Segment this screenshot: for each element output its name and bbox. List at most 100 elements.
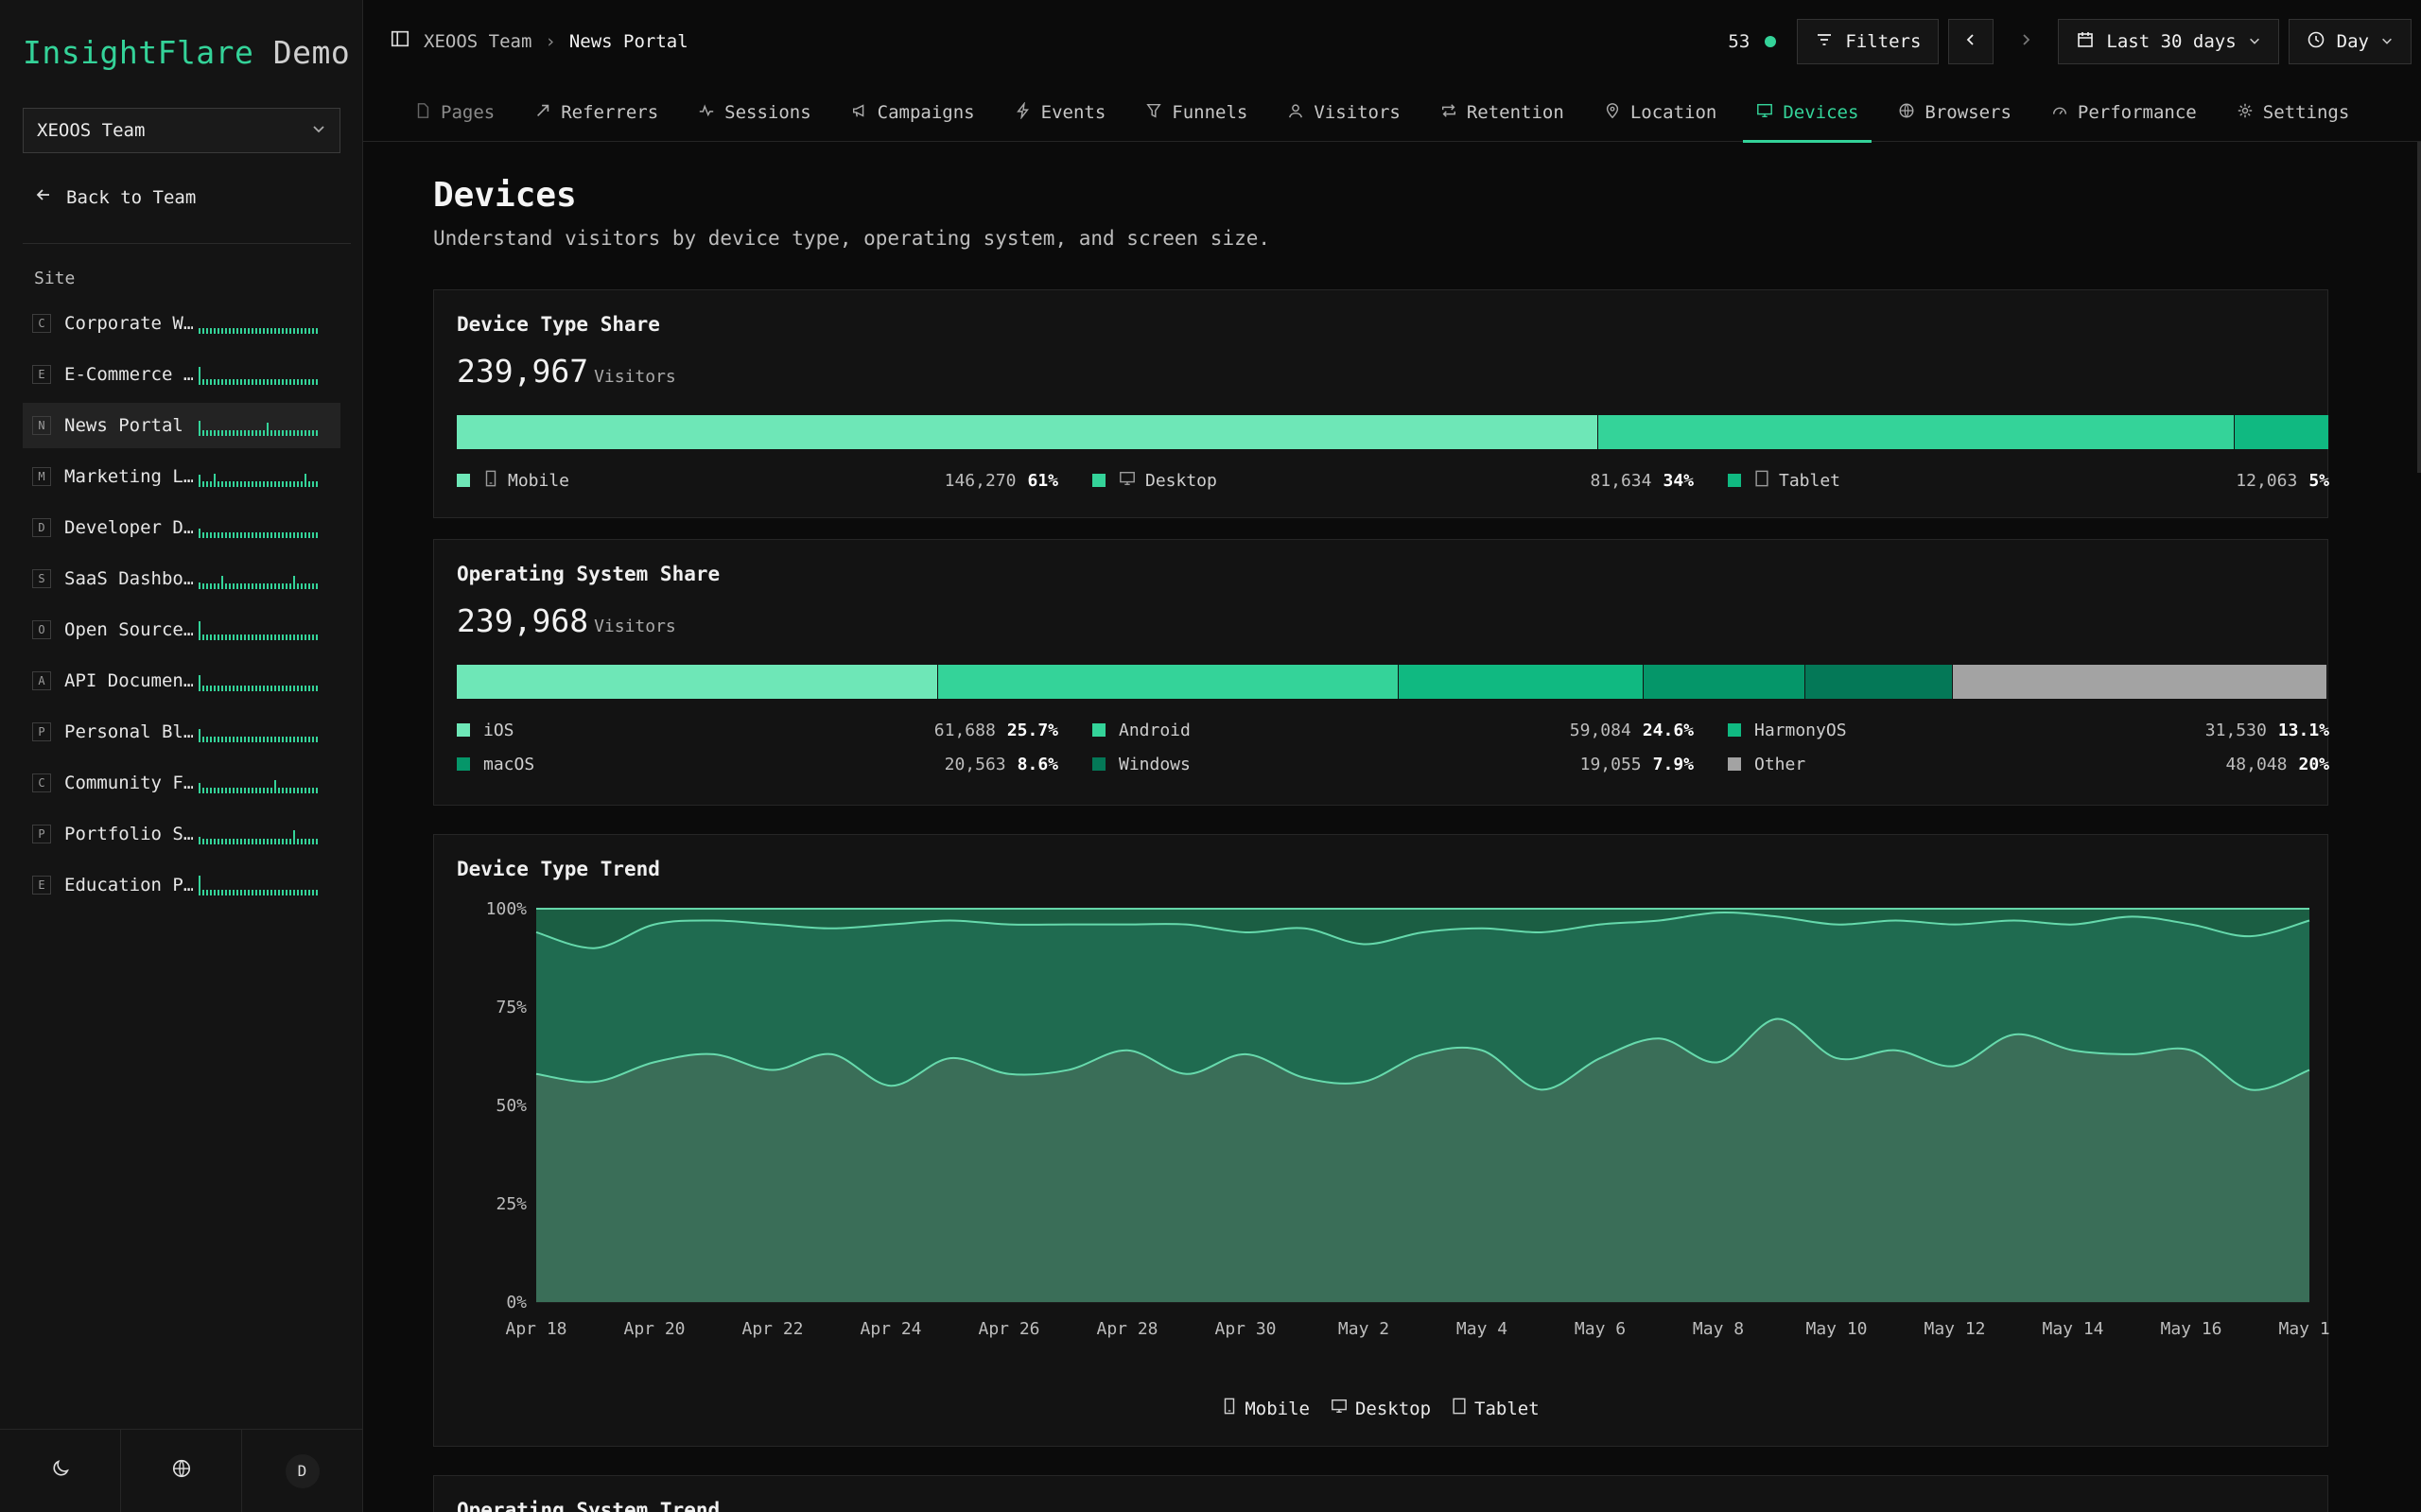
sparkline-bar xyxy=(293,328,295,334)
sparkline-bar xyxy=(199,621,200,640)
sparkline-bar xyxy=(263,430,265,436)
tab-pages[interactable]: Pages xyxy=(401,93,508,142)
tab-label: Performance xyxy=(2077,102,2197,123)
tab-visitors[interactable]: Visitors xyxy=(1274,93,1414,142)
user-menu-button[interactable]: D xyxy=(242,1430,362,1512)
sparkline-bar xyxy=(229,481,231,487)
share-segment-mobile[interactable] xyxy=(457,415,1598,449)
share-segment-windows[interactable] xyxy=(1804,665,1953,699)
sparkline-bar xyxy=(202,737,204,742)
interval-select[interactable]: Day xyxy=(2288,19,2412,64)
sparkline-bar xyxy=(316,328,318,334)
tab-settings[interactable]: Settings xyxy=(2223,93,2363,142)
back-to-team-link[interactable]: Back to Team xyxy=(34,185,196,209)
legend-percent: 20% xyxy=(2298,754,2329,774)
language-button[interactable] xyxy=(121,1430,242,1512)
legend-percent: 24.6% xyxy=(1642,720,1694,740)
share-segment-ios[interactable] xyxy=(457,665,938,699)
site-item[interactable]: A API Documen… xyxy=(23,658,340,704)
sparkline-bar xyxy=(199,367,200,385)
sparkline-bar xyxy=(244,788,246,793)
sparkline-bar xyxy=(286,839,287,844)
sparkline-bar xyxy=(218,532,219,538)
sparkline-bar xyxy=(225,890,227,895)
sparkline-bar xyxy=(297,737,299,742)
sparkline-bar xyxy=(218,379,219,385)
sparkline-bar xyxy=(221,839,223,844)
sparkline-bar xyxy=(229,379,231,385)
x-tick-label: Apr 26 xyxy=(978,1319,1039,1339)
site-letter-badge: P xyxy=(32,825,51,843)
sparkline-bar xyxy=(274,430,276,436)
chart-legend-desktop[interactable]: Desktop xyxy=(1331,1398,1431,1419)
sparkline-bar xyxy=(210,379,212,385)
tab-location[interactable]: Location xyxy=(1591,93,1731,142)
site-item[interactable]: M Marketing L… xyxy=(23,454,340,499)
tab-devices[interactable]: Devices xyxy=(1743,93,1872,143)
site-item[interactable]: O Open Source… xyxy=(23,607,340,652)
sparkline-bar xyxy=(214,430,216,436)
sparkline-bar xyxy=(210,532,212,538)
gauge-icon xyxy=(2051,102,2068,124)
share-segment-tablet[interactable] xyxy=(2235,415,2329,449)
total-visitors-unit: Visitors xyxy=(594,617,676,636)
chart-legend-mobile[interactable]: Mobile xyxy=(1222,1398,1310,1419)
filters-button[interactable]: Filters xyxy=(1797,19,1940,64)
site-item[interactable]: P Portfolio S… xyxy=(23,811,340,857)
legend-percent: 25.7% xyxy=(1006,720,1058,740)
site-item[interactable]: C Corporate W… xyxy=(23,301,340,346)
tab-campaigns[interactable]: Campaigns xyxy=(838,93,988,142)
sparkline-bar xyxy=(286,430,287,436)
sparkline-bar xyxy=(301,890,303,895)
sparkline-bar xyxy=(267,788,269,793)
tab-sessions[interactable]: Sessions xyxy=(685,93,825,142)
os-share-card: Operating System Share 239,968 Visitors i… xyxy=(433,539,2329,806)
sparkline-bar xyxy=(221,481,223,487)
share-segment-other[interactable] xyxy=(1952,665,2327,699)
date-range-select[interactable]: Last 30 days xyxy=(2058,19,2279,64)
site-item[interactable]: S SaaS Dashbo… xyxy=(23,556,340,601)
sparkline-bar xyxy=(274,583,276,589)
sparkline-bar xyxy=(297,634,299,640)
site-item[interactable]: C Community F… xyxy=(23,760,340,806)
sparkline-bar xyxy=(301,379,303,385)
breadcrumb-team[interactable]: XEOOS Team xyxy=(424,31,531,52)
legend-swatch xyxy=(1728,474,1741,487)
sparkline-bar xyxy=(199,675,200,691)
share-segment-android[interactable] xyxy=(937,665,1399,699)
sparkline-bar xyxy=(214,737,216,742)
sparkline-bar xyxy=(233,379,235,385)
sidebar-toggle-icon[interactable] xyxy=(390,28,410,54)
tab-browsers[interactable]: Browsers xyxy=(1885,93,2025,142)
sparkline-bar xyxy=(236,430,238,436)
theme-toggle-button[interactable] xyxy=(0,1430,121,1512)
sparkline-bar xyxy=(263,583,265,589)
tab-performance[interactable]: Performance xyxy=(2038,93,2210,142)
previous-period-button[interactable] xyxy=(1948,19,1994,64)
sparkline-bar xyxy=(282,430,284,436)
site-name: Portfolio S… xyxy=(64,824,193,844)
site-item[interactable]: N News Portal xyxy=(23,403,340,448)
site-item[interactable]: E Education P… xyxy=(23,862,340,908)
tab-events[interactable]: Events xyxy=(1001,93,1120,142)
scrollbar[interactable] xyxy=(2417,142,2421,473)
tab-referrers[interactable]: Referrers xyxy=(521,93,671,142)
share-segment-macos[interactable] xyxy=(1644,665,1805,699)
sparkline-bar xyxy=(267,737,269,742)
tab-label: Settings xyxy=(2262,102,2350,123)
brand-logo[interactable]: InsightFlare Demo xyxy=(23,34,350,71)
sparkline-bar xyxy=(225,430,227,436)
site-item[interactable]: D Developer D… xyxy=(23,505,340,550)
sparkline-bar xyxy=(210,430,212,436)
tab-funnels[interactable]: Funnels xyxy=(1132,93,1261,142)
team-select[interactable]: XEOOS Team xyxy=(23,108,340,153)
next-period-button[interactable] xyxy=(2003,19,2048,64)
share-segment-desktop[interactable] xyxy=(1597,415,2236,449)
sparkline-bar xyxy=(312,430,314,436)
site-item[interactable]: E E-Commerce … xyxy=(23,352,340,397)
share-segment-harmonyos[interactable] xyxy=(1398,665,1645,699)
site-item[interactable]: P Personal Bl… xyxy=(23,709,340,755)
chart-legend-tablet[interactable]: Tablet xyxy=(1452,1398,1540,1419)
sparkline-bar xyxy=(286,532,287,538)
tab-retention[interactable]: Retention xyxy=(1427,93,1577,142)
